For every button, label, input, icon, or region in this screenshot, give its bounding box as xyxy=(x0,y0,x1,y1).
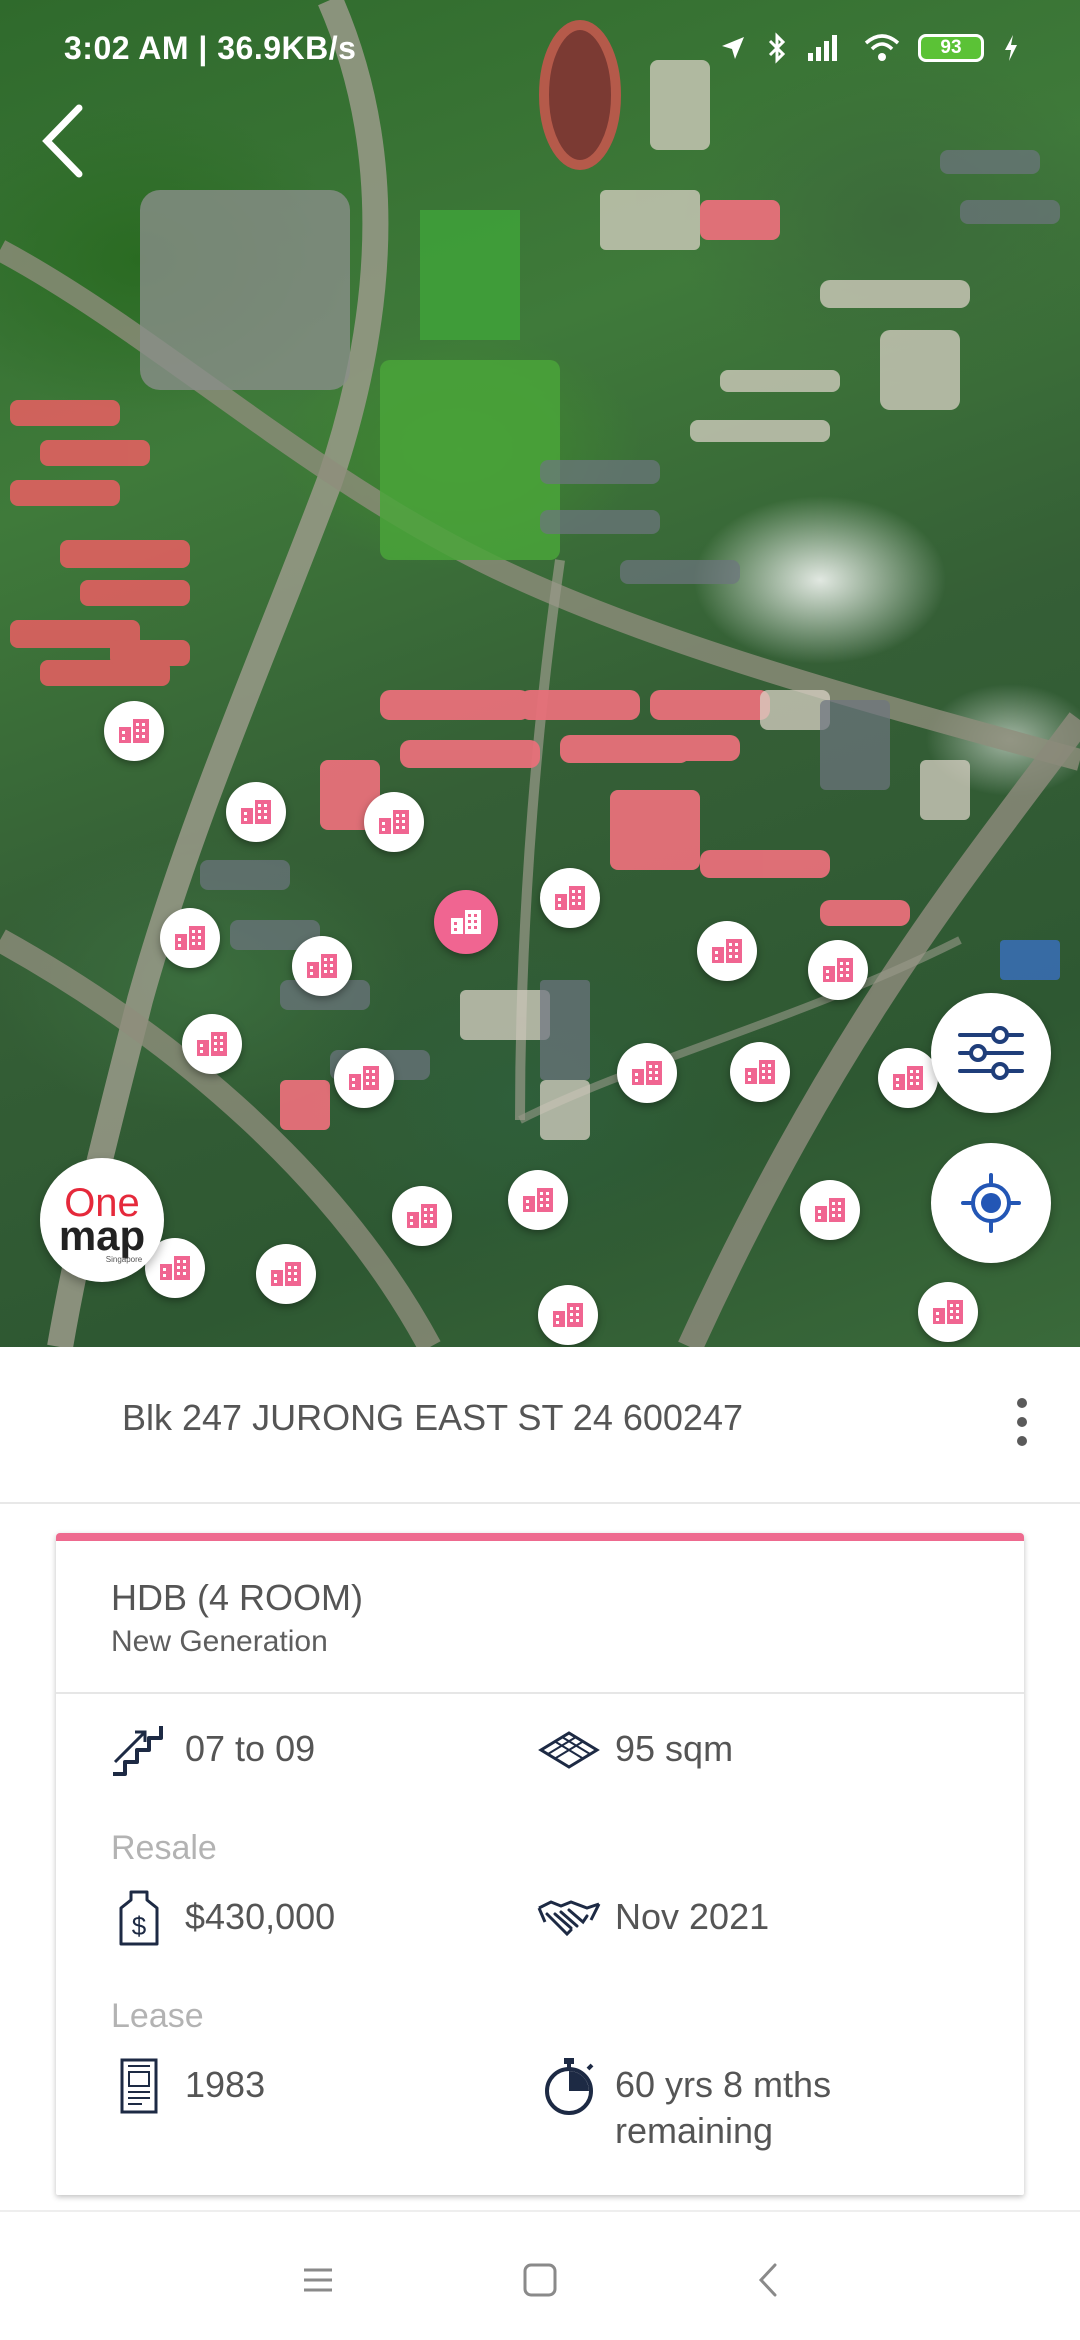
building-icon xyxy=(271,1262,301,1286)
system-back-button[interactable] xyxy=(740,2252,796,2308)
charging-icon xyxy=(1005,35,1017,61)
building-icon xyxy=(451,910,481,934)
building-icon xyxy=(712,939,742,963)
lease-start-row: 1983 xyxy=(107,2054,265,2118)
building-icon xyxy=(933,1300,963,1324)
property-marker[interactable] xyxy=(292,936,352,996)
building-icon xyxy=(555,886,585,910)
recent-apps-button[interactable] xyxy=(290,2252,346,2308)
building-icon xyxy=(523,1188,553,1212)
building-icon xyxy=(241,800,271,824)
lease-start-value: 1983 xyxy=(185,2064,266,2105)
floor-area-row: 95 sqm xyxy=(537,1718,733,1782)
property-marker[interactable] xyxy=(800,1180,860,1240)
wifi-icon xyxy=(864,34,900,61)
back-button[interactable] xyxy=(24,96,100,186)
transaction-date-row: Nov 2021 xyxy=(537,1886,769,1950)
system-navigation-bar xyxy=(0,2210,1080,2340)
home-square-icon xyxy=(523,2263,557,2297)
more-vertical-icon xyxy=(1017,1398,1027,1408)
property-marker[interactable] xyxy=(334,1048,394,1108)
property-marker-selected[interactable] xyxy=(434,890,498,954)
building-icon xyxy=(349,1066,379,1090)
building-icon xyxy=(197,1032,227,1056)
more-options-button[interactable] xyxy=(992,1387,1052,1457)
property-marker[interactable] xyxy=(256,1244,316,1304)
building-icon xyxy=(379,810,409,834)
map-imagery xyxy=(0,0,1080,1347)
property-marker[interactable] xyxy=(508,1170,568,1230)
price-row: $ $430,000 xyxy=(107,1886,335,1950)
building-icon xyxy=(553,1303,583,1327)
gps-locate-icon xyxy=(961,1173,1021,1233)
property-marker[interactable] xyxy=(697,921,757,981)
signal-icon xyxy=(808,35,837,61)
status-time: 3:02 AM | 36.9KB/s xyxy=(64,29,357,66)
resale-label: Resale xyxy=(111,1829,217,1867)
property-marker[interactable] xyxy=(617,1043,677,1103)
battery-indicator: 93 xyxy=(918,34,984,62)
floor-range-value: 07 to 09 xyxy=(185,1728,316,1769)
chevron-left-icon xyxy=(758,2263,777,2297)
building-icon xyxy=(307,954,337,978)
building-icon xyxy=(815,1198,845,1222)
property-marker[interactable] xyxy=(730,1042,790,1102)
stairs-icon xyxy=(107,1718,171,1782)
remaining-lease-value: 60 yrs 8 mths remaining xyxy=(615,2064,832,2151)
card-header: HDB (4 ROOM) New Generation xyxy=(56,1541,1024,1694)
property-info-card: HDB (4 ROOM) New Generation 07 to 09 95 … xyxy=(56,1533,1024,2195)
price-tag-icon: $ xyxy=(107,1886,171,1950)
lease-label: Lease xyxy=(111,1997,204,2035)
locate-button[interactable] xyxy=(931,1143,1051,1263)
property-marker[interactable] xyxy=(104,701,164,761)
address-bar: Blk 247 JURONG EAST ST 24 600247 xyxy=(0,1347,1080,1504)
satellite-map[interactable]: 3:02 AM | 36.9KB/s 93 One map Singapore xyxy=(0,0,1080,1347)
price-value: $430,000 xyxy=(185,1896,336,1937)
bluetooth-icon xyxy=(768,32,786,64)
handshake-icon xyxy=(537,1886,601,1950)
floor-area-value: 95 sqm xyxy=(615,1728,734,1769)
document-icon xyxy=(107,2054,171,2118)
property-marker[interactable] xyxy=(182,1014,242,1074)
property-marker[interactable] xyxy=(808,940,868,1000)
building-icon xyxy=(175,926,205,950)
transaction-date-value: Nov 2021 xyxy=(615,1896,770,1937)
back-arrow-icon xyxy=(42,104,83,178)
building-icon xyxy=(407,1204,437,1228)
property-marker[interactable] xyxy=(160,908,220,968)
status-bar: 3:02 AM | 36.9KB/s 93 xyxy=(0,0,1080,96)
property-marker[interactable] xyxy=(364,792,424,852)
stopwatch-icon xyxy=(537,2054,601,2118)
building-icon xyxy=(823,958,853,982)
address-text: Blk 247 JURONG EAST ST 24 600247 xyxy=(122,1397,743,1438)
building-icon xyxy=(893,1066,923,1090)
onemap-logo: One map Singapore xyxy=(40,1158,164,1282)
property-marker[interactable] xyxy=(878,1048,938,1108)
flat-model-subtitle: New Generation xyxy=(111,1625,328,1658)
filter-sliders-icon xyxy=(958,1026,1024,1080)
property-marker[interactable] xyxy=(392,1186,452,1246)
property-marker[interactable] xyxy=(226,782,286,842)
floor-range-row: 07 to 09 xyxy=(107,1718,315,1782)
building-icon xyxy=(119,719,149,743)
property-marker[interactable] xyxy=(540,868,600,928)
home-button[interactable] xyxy=(512,2252,568,2308)
status-icons: 93 xyxy=(718,32,1020,64)
flat-type-title: HDB (4 ROOM) xyxy=(111,1577,363,1618)
property-marker[interactable] xyxy=(918,1282,978,1342)
building-icon xyxy=(632,1061,662,1085)
filter-button[interactable] xyxy=(931,993,1051,1113)
svg-text:$: $ xyxy=(132,1911,147,1941)
menu-lines-icon xyxy=(304,2268,332,2292)
location-arrow-icon xyxy=(722,37,744,59)
property-marker[interactable] xyxy=(538,1285,598,1345)
floor-grid-icon xyxy=(537,1718,601,1782)
svg-text:map: map xyxy=(59,1212,145,1259)
building-icon xyxy=(745,1060,775,1084)
svg-text:Singapore: Singapore xyxy=(106,1255,143,1264)
remaining-lease-row: 60 yrs 8 mths remaining xyxy=(537,2054,855,2154)
onemap-logo-graphic: One map Singapore xyxy=(59,1181,145,1264)
